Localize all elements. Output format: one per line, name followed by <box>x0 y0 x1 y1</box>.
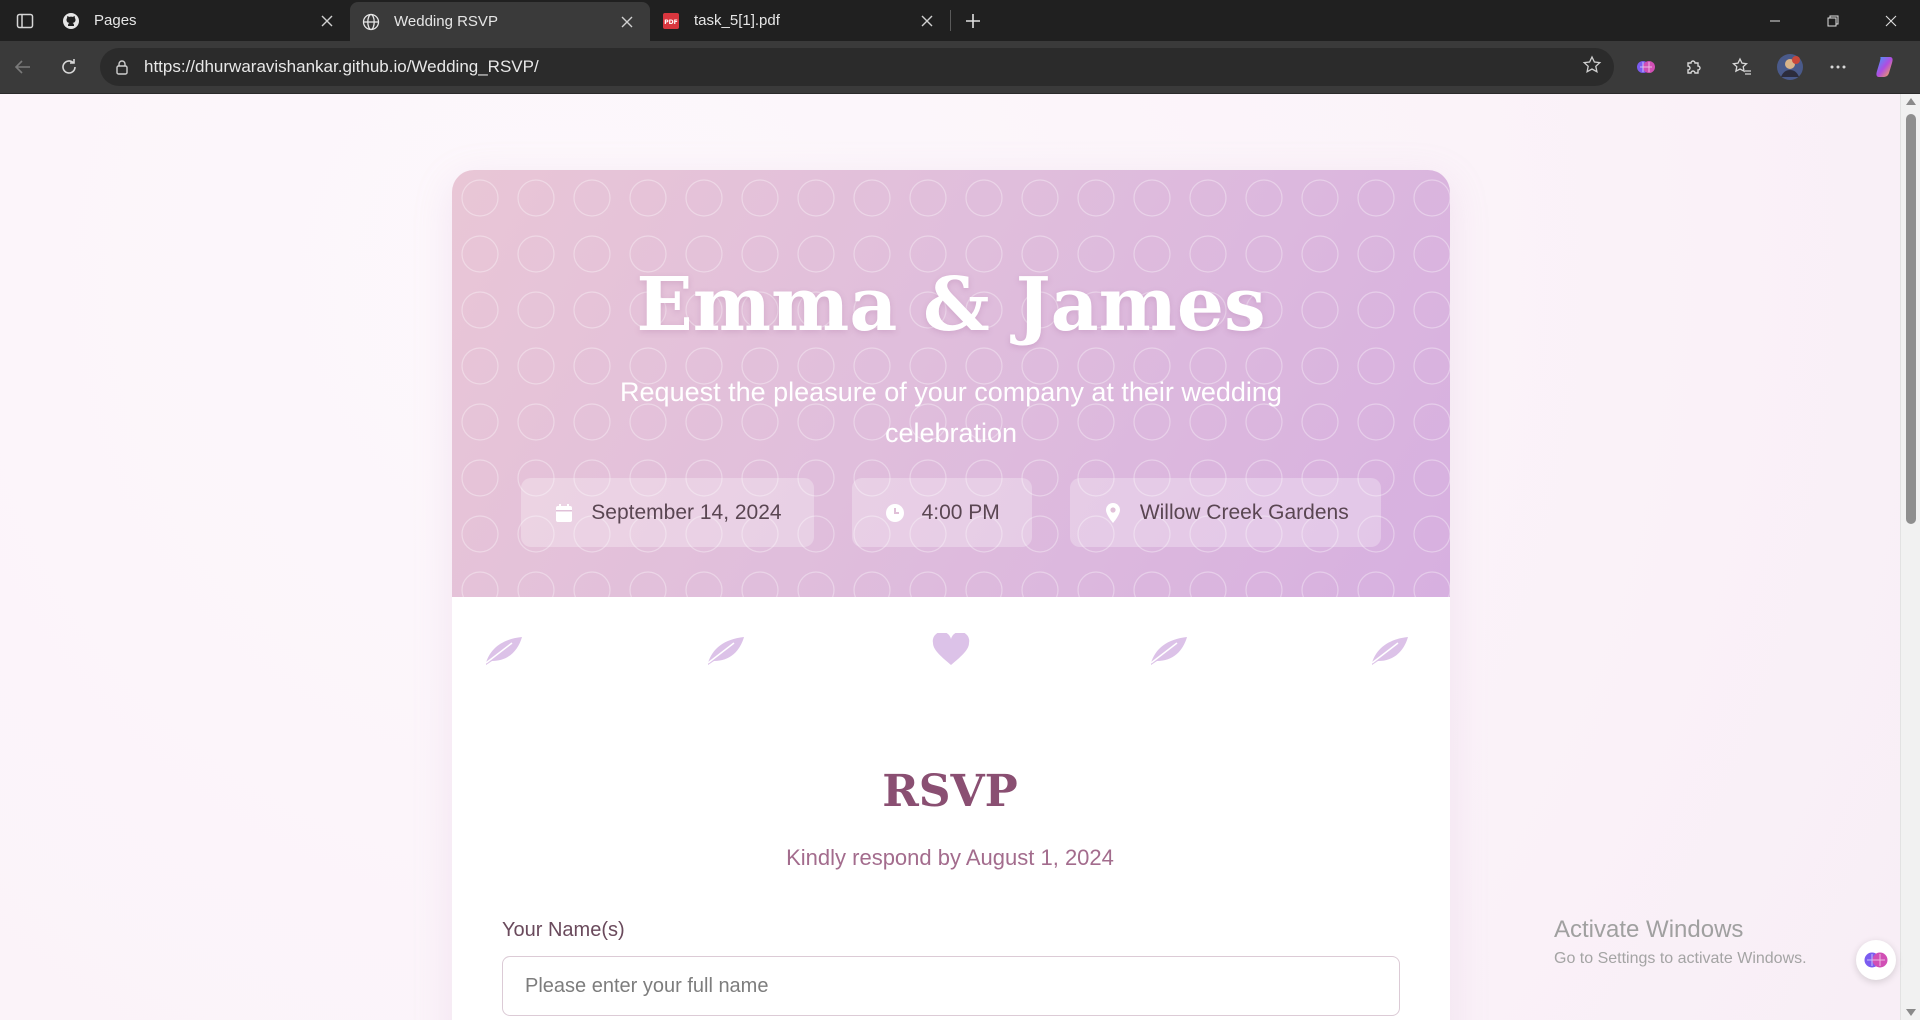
close-window-button[interactable] <box>1862 0 1920 41</box>
feather-icon <box>1371 637 1408 665</box>
tab-task-pdf[interactable]: PDF task_5[1].pdf <box>650 0 950 41</box>
brain-icon <box>1864 952 1888 968</box>
sidebar-toggle-icon <box>16 13 34 28</box>
tab-wedding-rsvp[interactable]: Wedding RSVP <box>350 2 650 41</box>
lock-icon[interactable] <box>112 57 132 77</box>
browser-toolbar: https://dhurwaravishankar.github.io/Wedd… <box>0 41 1920 94</box>
location-detail: Willow Creek Gardens <box>1069 478 1381 547</box>
tab-title: task_5[1].pdf <box>694 12 780 29</box>
brain-extension-button[interactable] <box>1622 47 1670 87</box>
minimize-button[interactable] <box>1746 0 1804 41</box>
tab-actions-button[interactable] <box>0 0 50 41</box>
time-detail: 4:00 PM <box>851 478 1032 547</box>
browser-tab-bar: Pages Wedding RSVP PDF task_5[1].pdf <box>0 0 1920 41</box>
copilot-button[interactable] <box>1862 47 1910 87</box>
svg-text:PDF: PDF <box>664 19 677 26</box>
favorites-button[interactable] <box>1718 47 1766 87</box>
back-arrow-icon <box>14 60 30 74</box>
favorite-star-icon[interactable] <box>1582 54 1602 80</box>
time-text: 4:00 PM <box>921 500 1000 524</box>
scroll-down-arrow[interactable] <box>1906 1009 1916 1016</box>
brain-icon <box>1637 61 1655 73</box>
tab-title: Pages <box>94 12 137 29</box>
puzzle-icon <box>1687 60 1701 74</box>
minimize-icon <box>1770 20 1780 21</box>
hero-banner: Emma & James Request the pleasure of you… <box>452 170 1450 597</box>
avatar <box>1777 54 1803 80</box>
close-icon <box>1885 15 1897 26</box>
copilot-icon <box>1876 57 1893 77</box>
new-tab-button[interactable] <box>951 0 995 41</box>
activate-windows-watermark: Activate Windows Go to Settings to activ… <box>1554 916 1807 968</box>
feather-icon <box>707 637 744 665</box>
page-scrollbar[interactable] <box>1900 94 1920 1020</box>
more-horizontal-icon <box>1830 65 1846 69</box>
restore-icon <box>1827 15 1839 26</box>
event-details: September 14, 2024 4:00 PM Willow Creek … <box>452 478 1450 547</box>
scrollbar-thumb[interactable] <box>1906 114 1916 524</box>
location-text: Willow Creek Gardens <box>1139 500 1349 524</box>
close-tab-icon[interactable] <box>916 10 938 32</box>
rsvp-heading: RSVP <box>882 766 1018 817</box>
close-tab-icon[interactable] <box>316 10 338 32</box>
favorites-icon <box>1732 57 1751 75</box>
date-detail: September 14, 2024 <box>521 478 814 547</box>
invitation-subtitle: Request the pleasure of your company at … <box>620 377 1282 448</box>
scroll-up-arrow[interactable] <box>1906 98 1916 105</box>
invitation-card: Emma & James Request the pleasure of you… <box>452 170 1450 1020</box>
couple-names-title: Emma & James <box>636 262 1266 348</box>
ornament-row <box>452 597 1450 707</box>
close-tab-icon[interactable] <box>616 11 638 33</box>
plus-icon <box>966 13 980 28</box>
watermark-subtitle: Go to Settings to activate Windows. <box>1554 950 1807 967</box>
rsvp-deadline: Kindly respond by August 1, 2024 <box>786 845 1114 870</box>
toolbar-right-group <box>1622 47 1910 87</box>
more-options-button[interactable] <box>1814 47 1862 87</box>
pdf-icon: PDF <box>660 10 682 32</box>
reload-button[interactable] <box>46 47 92 87</box>
reload-icon <box>62 59 76 74</box>
feather-icon <box>485 637 522 665</box>
feather-icon <box>1150 637 1187 665</box>
tab-title: Wedding RSVP <box>394 13 498 30</box>
extensions-button[interactable] <box>1670 47 1718 87</box>
globe-icon <box>360 11 382 33</box>
page-viewport: Emma & James Request the pleasure of you… <box>0 94 1900 1020</box>
clock-icon <box>884 502 906 524</box>
calendar-icon <box>553 502 575 524</box>
watermark-title: Activate Windows <box>1554 916 1744 943</box>
floating-assistant-button[interactable] <box>1856 940 1896 980</box>
back-button[interactable] <box>0 47 46 87</box>
heart-icon <box>932 633 970 665</box>
restore-button[interactable] <box>1804 0 1862 41</box>
profile-button[interactable] <box>1766 47 1814 87</box>
name-field-label: Your Name(s) <box>502 919 625 941</box>
address-bar[interactable]: https://dhurwaravishankar.github.io/Wedd… <box>100 48 1614 86</box>
location-pin-icon <box>1102 502 1124 524</box>
url-text[interactable]: https://dhurwaravishankar.github.io/Wedd… <box>144 57 1582 77</box>
tab-pages[interactable]: Pages <box>50 0 350 41</box>
name-input[interactable] <box>502 956 1400 1016</box>
github-icon <box>60 10 82 32</box>
date-text: September 14, 2024 <box>591 500 782 524</box>
window-controls <box>1746 0 1920 41</box>
